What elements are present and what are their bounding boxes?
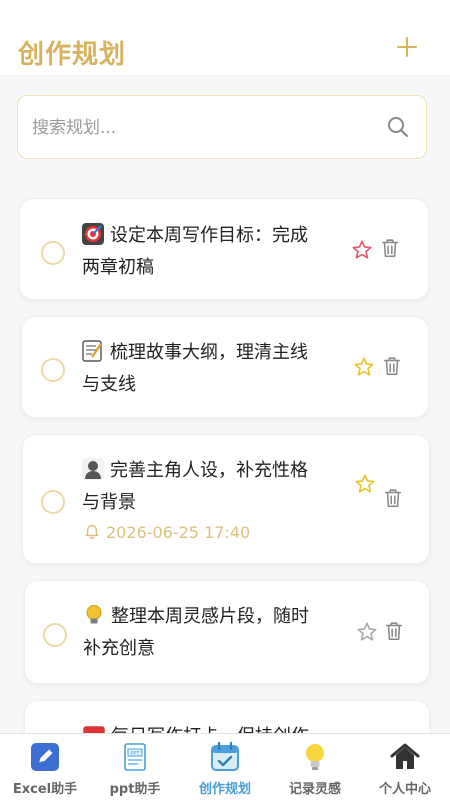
reminder-time: 2026-06-25 17:40 (106, 523, 251, 542)
task-line-1: 完善主角人设，补充性格 (110, 460, 308, 481)
tab-creative-planning[interactable]: 创作规划 (180, 734, 270, 800)
task-text: 梳理故事大纲，理清主线 与支线 (82, 337, 352, 401)
tab-label: Excel助手 (12, 782, 78, 797)
header: 创作规划 (0, 0, 450, 76)
star-icon[interactable] (356, 621, 378, 643)
add-button[interactable] (394, 34, 420, 60)
trash-icon[interactable] (383, 620, 405, 642)
task-card[interactable]: 整理本周灵感片段，随时 补充创意 (24, 580, 430, 684)
task-card[interactable]: 梳理故事大纲，理清主线 与支线 (21, 316, 429, 418)
task-text: 设定本周写作目标：完成 两章初稿 (82, 220, 352, 284)
star-icon[interactable] (353, 356, 375, 378)
tab-excel-assistant[interactable]: Excel助手 (0, 734, 90, 800)
bulb-emoji (86, 605, 102, 624)
tab-record-inspiration[interactable]: 记录灵感 (270, 734, 360, 800)
calendar-icon (211, 741, 239, 771)
task-checkbox[interactable] (43, 623, 67, 647)
star-icon[interactable] (351, 239, 373, 261)
target-emoji (82, 223, 104, 245)
tab-label: 个人中心 (378, 782, 431, 797)
tab-personal-center[interactable]: 个人中心 (360, 734, 450, 800)
pen-icon (31, 743, 59, 771)
trash-icon[interactable] (379, 237, 401, 259)
svg-text:PPT: PPT (130, 751, 140, 757)
task-line-2: 与支线 (82, 374, 136, 395)
tab-bar: Excel助手 PPT ppt助手 创作规划 记录灵感 个人中心 (0, 733, 450, 800)
trash-icon[interactable] (382, 487, 404, 509)
home-icon (390, 743, 420, 769)
task-text: 整理本周灵感片段，随时 补充创意 (83, 601, 353, 665)
task-line-1: 整理本周灵感片段，随时 (111, 606, 309, 627)
tab-label: ppt助手 (109, 782, 161, 797)
search-input[interactable] (32, 114, 372, 142)
task-line-1: 设定本周写作目标：完成 (110, 225, 308, 246)
star-icon[interactable] (354, 473, 376, 495)
task-checkbox[interactable] (41, 358, 65, 382)
reminder: 2026-06-25 17:40 (84, 523, 250, 542)
memo-emoji (82, 340, 102, 362)
task-line-2: 与背景 (82, 492, 136, 513)
task-line-2: 补充创意 (83, 638, 155, 659)
bulb-icon (306, 744, 324, 770)
bell-icon (85, 524, 99, 539)
page-title: 创作规划 (18, 40, 127, 70)
task-text: 完善主角人设，补充性格 与背景 (82, 455, 352, 519)
tab-ppt-assistant[interactable]: PPT ppt助手 (90, 734, 180, 800)
task-card[interactable]: 设定本周写作目标：完成 两章初稿 (19, 198, 429, 300)
tab-label: 创作规划 (198, 782, 251, 797)
task-line-1: 梳理故事大纲，理清主线 (110, 342, 308, 363)
task-line-2: 两章初稿 (82, 257, 154, 278)
trash-icon[interactable] (381, 355, 403, 377)
tab-label: 记录灵感 (288, 782, 341, 797)
task-checkbox[interactable] (41, 490, 65, 514)
search-box (17, 95, 427, 159)
task-checkbox[interactable] (41, 241, 65, 265)
ppt-icon: PPT (124, 743, 146, 771)
person-emoji (82, 458, 104, 480)
task-card[interactable]: 完善主角人设，补充性格 与背景 2026-06-25 17:40 (22, 434, 430, 564)
search-icon[interactable] (386, 115, 410, 139)
